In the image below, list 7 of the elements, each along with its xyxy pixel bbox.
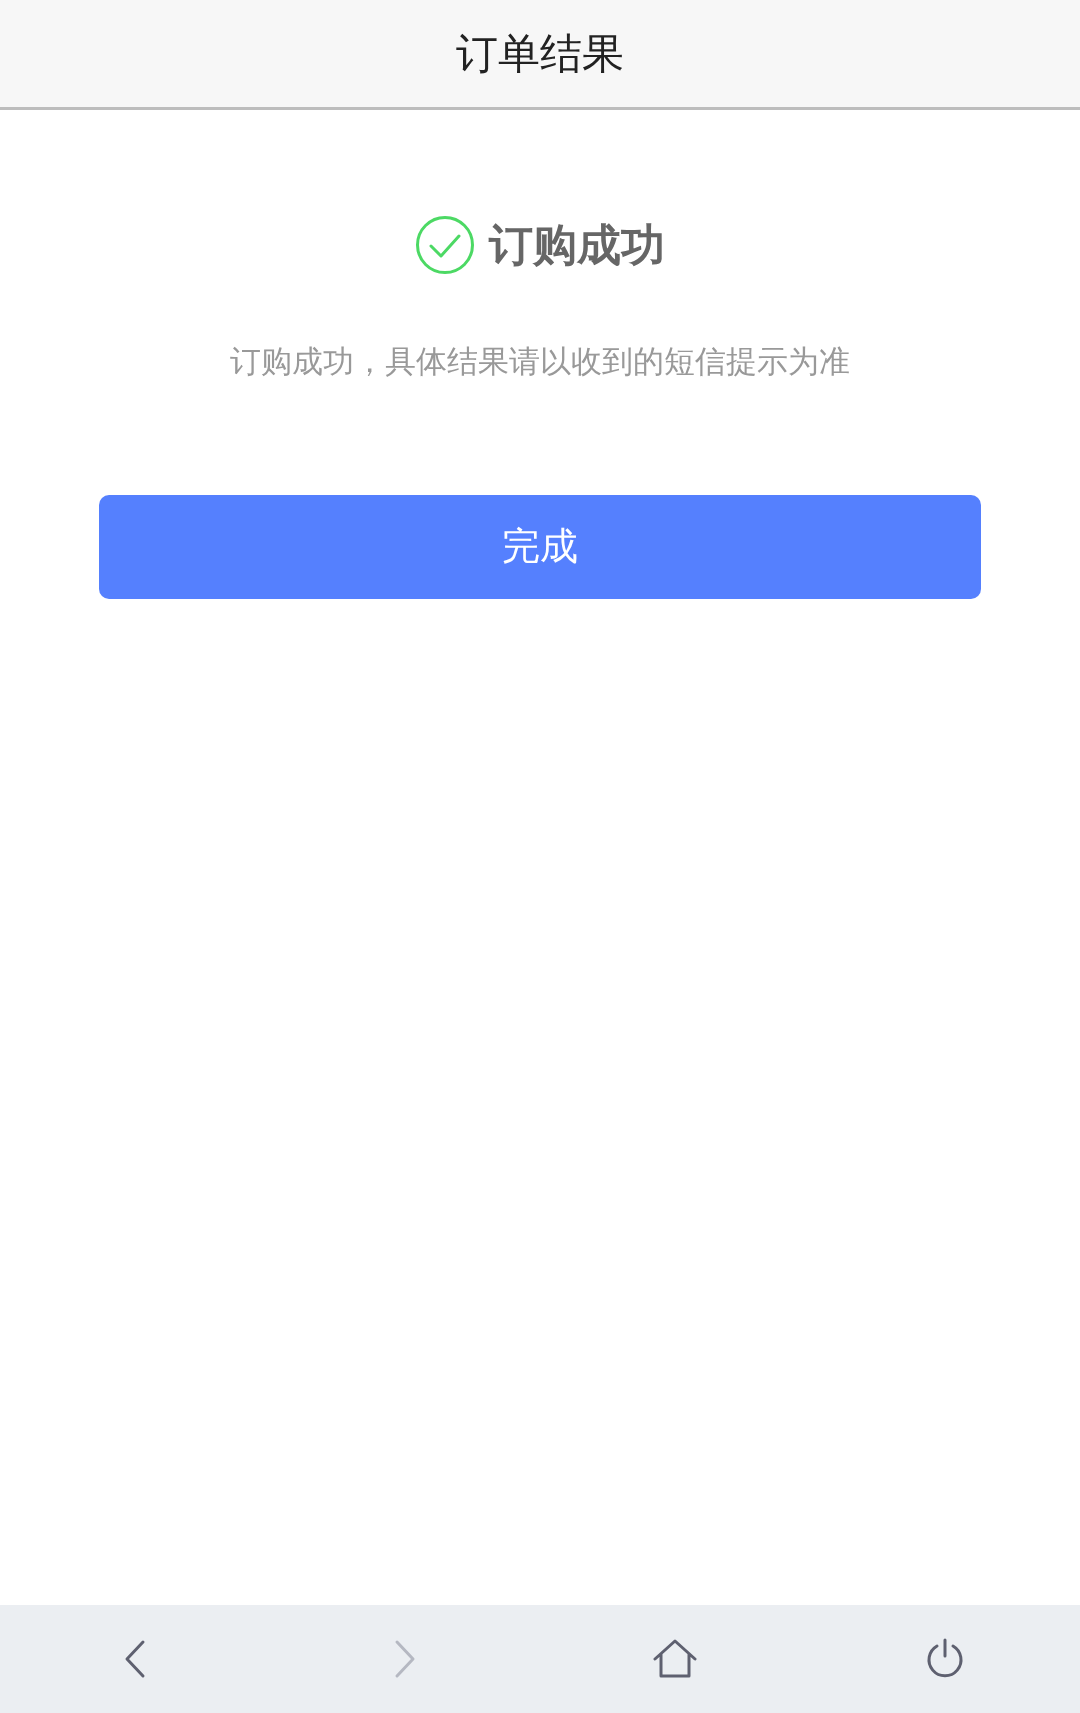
result-message: 订购成功，具体结果请以收到的短信提示为准: [230, 342, 850, 381]
result-title: 订购成功: [489, 218, 665, 272]
done-button[interactable]: 完成: [99, 494, 981, 599]
page-title: 订单结果: [456, 28, 624, 80]
back-icon: [123, 1639, 147, 1679]
home-icon: [653, 1639, 697, 1679]
forward-icon: [393, 1639, 417, 1679]
